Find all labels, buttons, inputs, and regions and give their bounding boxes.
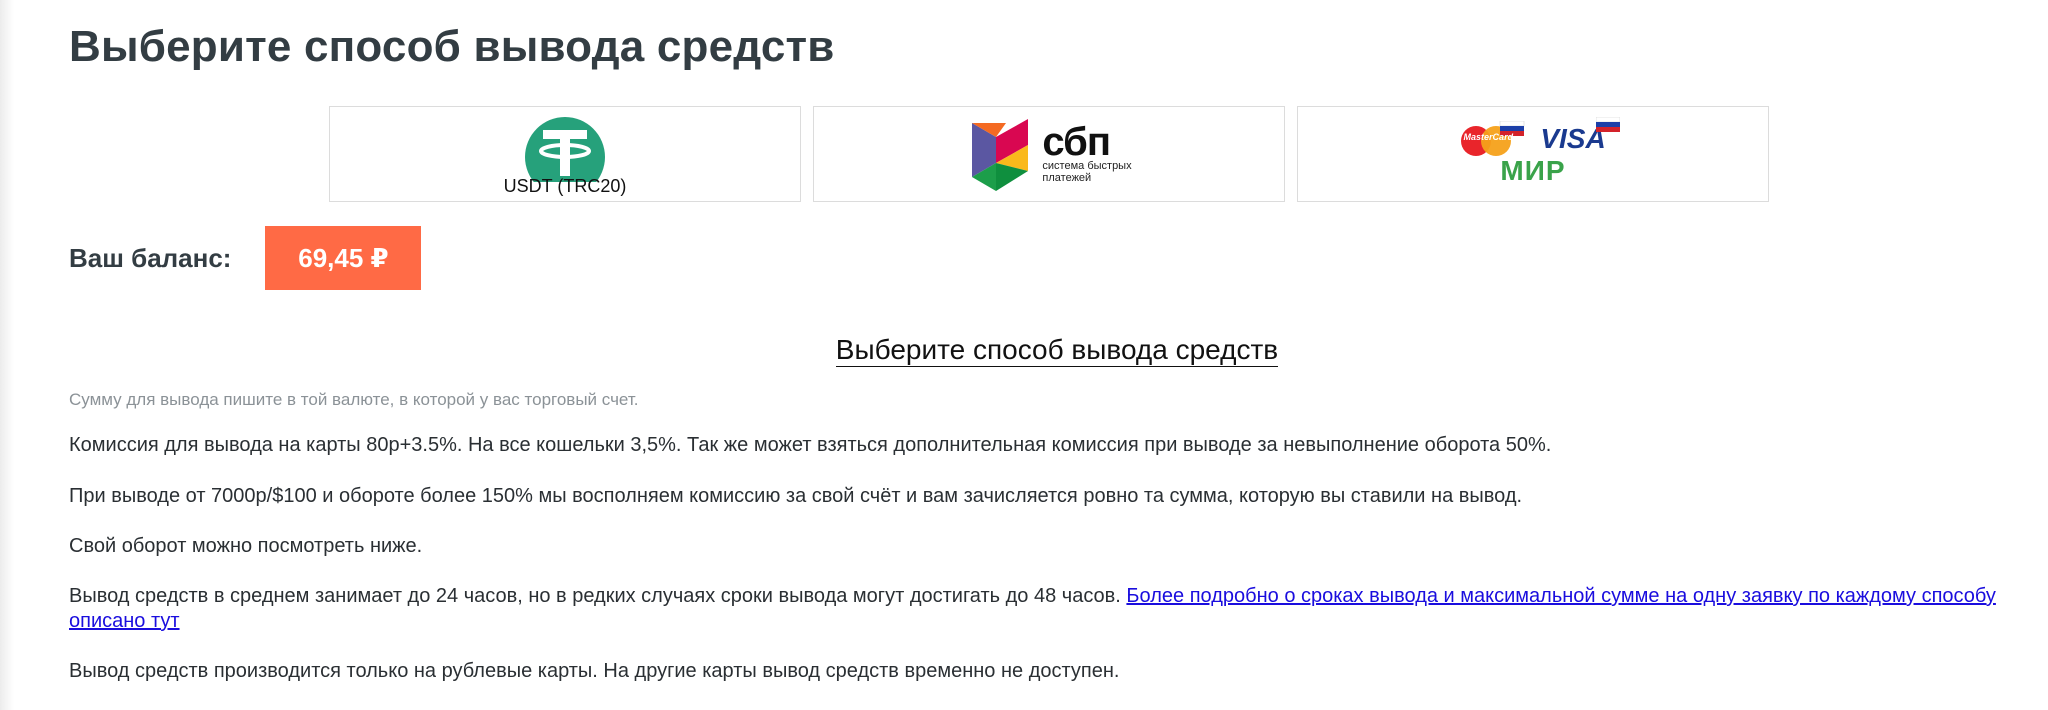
sbp-subtitle-2: платежей — [1042, 172, 1092, 184]
mastercard-text: MasterCard — [1463, 132, 1514, 142]
currency-hint: Сумму для вывода пишите в той валюте, в … — [69, 390, 639, 409]
timing-paragraph: Вывод средств в среднем занимает до 24 ч… — [69, 584, 2009, 634]
cards-logo-group: MasterCard VISA МИР — [1460, 117, 1620, 187]
compensation-paragraph: При выводе от 7000р/$100 и обороте более… — [69, 485, 1523, 507]
cards-only-paragraph: Вывод средств производится только на руб… — [69, 660, 1120, 682]
ru-flag-icon — [1595, 117, 1620, 132]
section-heading: Выберите способ вывода средств — [0, 334, 2048, 367]
balance-badge: 69,45 ₽ — [265, 226, 422, 290]
sbp-name: сбп — [1042, 120, 1111, 164]
usdt-label: USDT (TRC20) — [503, 175, 627, 196]
sbp-logo-group: сбп система быстрых платежей — [966, 111, 1132, 197]
withdrawal-methods: USDT (TRC20) сбп система быстрых платеже… — [329, 106, 1769, 202]
usdt-logo-group: USDT (TRC20) — [503, 116, 627, 197]
balance-row: Ваш баланс: 69,45 ₽ — [69, 226, 422, 290]
commission-paragraph: Комиссия для вывода на карты 80р+3.5%. Н… — [69, 434, 1552, 456]
cards-top-row: MasterCard VISA — [1460, 117, 1620, 157]
page-title: Выберите способ вывода средств — [69, 22, 835, 71]
mastercard-logo: MasterCard — [1460, 120, 1530, 157]
mir-logo: МИР — [1500, 155, 1566, 186]
tether-icon — [525, 116, 605, 182]
method-usdt[interactable]: USDT (TRC20) — [329, 106, 801, 202]
timing-text: Вывод средств в среднем занимает до 24 ч… — [69, 585, 1121, 607]
section-heading-text: Выберите способ вывода средств — [835, 334, 1279, 367]
sbp-logo-icon — [972, 119, 1029, 191]
sbp-subtitle-1: система быстрых — [1042, 160, 1132, 172]
method-sbp[interactable]: сбп система быстрых платежей — [813, 106, 1285, 202]
visa-logo: VISA — [1540, 117, 1620, 155]
method-cards[interactable]: MasterCard VISA МИР — [1297, 106, 1769, 202]
turnover-paragraph: Свой оборот можно посмотреть ниже. — [69, 535, 423, 557]
balance-label: Ваш баланс: — [69, 242, 232, 273]
sbp-text: сбп система быстрых платежей — [1042, 120, 1132, 184]
